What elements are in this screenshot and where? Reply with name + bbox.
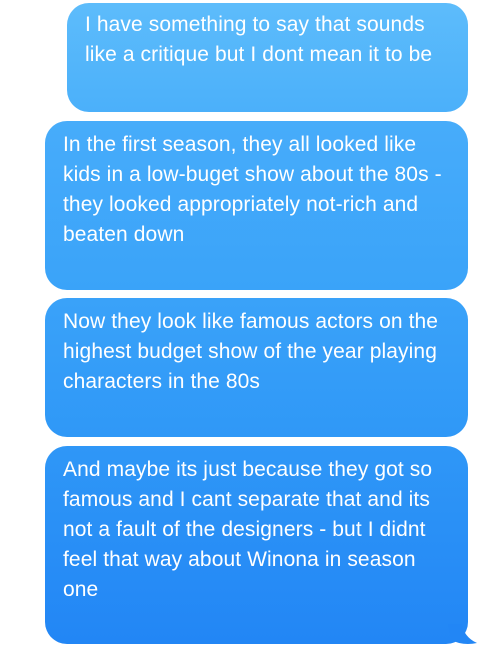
sent-message-bubble[interactable]: And maybe its just because they got so f… (45, 446, 468, 644)
sent-message-bubble[interactable]: I have something to say that sounds like… (67, 3, 468, 112)
bubble-tail-icon (448, 624, 477, 644)
sent-message-bubble[interactable]: Now they look like famous actors on the … (45, 298, 468, 437)
sent-message-bubble[interactable]: In the first season, they all looked lik… (45, 121, 468, 290)
message-thread: I have something to say that sounds like… (0, 0, 484, 658)
